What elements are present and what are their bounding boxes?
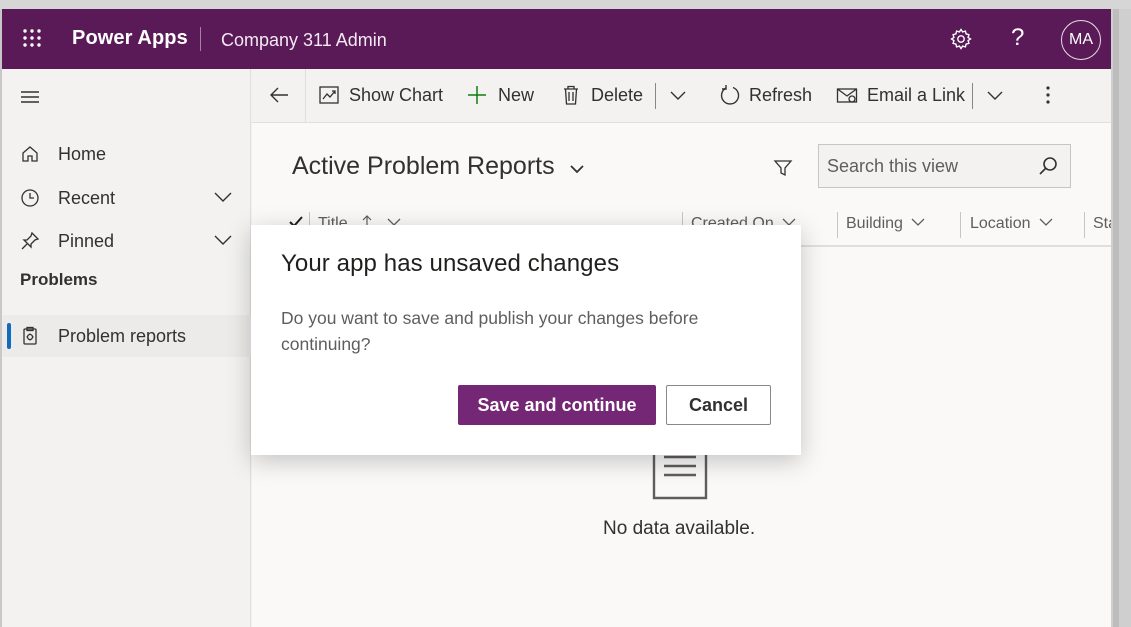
save-and-continue-button[interactable]: Save and continue [458,385,656,425]
dialog-message: Do you want to save and publish your cha… [281,308,699,354]
dialog-title: Your app has unsaved changes [281,250,620,277]
cancel-button[interactable]: Cancel [666,385,771,425]
unsaved-changes-dialog: Your app has unsaved changes Do you want… [251,225,801,455]
